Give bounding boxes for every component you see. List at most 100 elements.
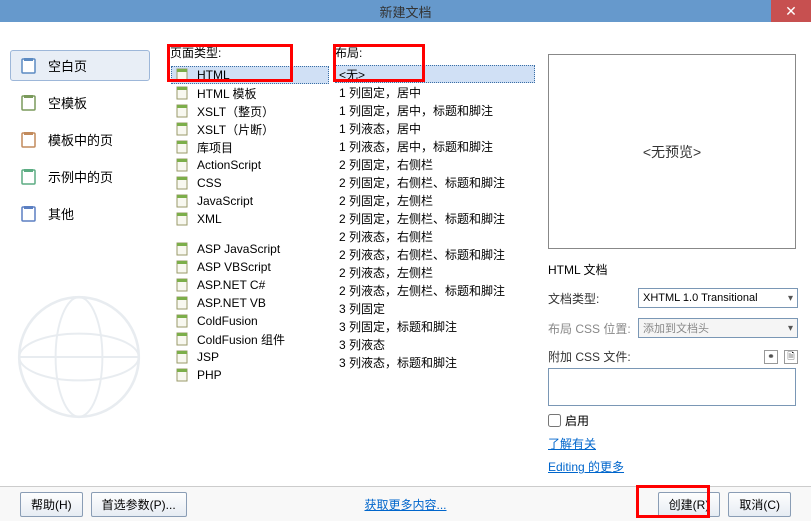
page-type-label: ActionScript [197, 158, 261, 172]
layout-item[interactable]: 1 列液态，居中，标题和脚注 [335, 137, 535, 155]
page-type-item[interactable]: JavaScript [171, 192, 329, 210]
enable-checkbox[interactable] [548, 414, 561, 427]
page-type-item[interactable]: XSLT（片断） [171, 120, 329, 138]
page-type-item[interactable]: XSLT（整页） [171, 102, 329, 120]
category-item-1[interactable]: 空模板 [10, 87, 150, 118]
layout-column: 布局: <无>1 列固定，居中1 列固定，居中，标题和脚注1 列液态，居中1 列… [335, 44, 535, 476]
cancel-button[interactable]: 取消(C) [728, 492, 791, 517]
page-type-item[interactable]: JSP [171, 348, 329, 366]
file-icon [175, 140, 191, 154]
category-item-0[interactable]: 空白页 [10, 50, 150, 81]
page-type-label: 库项目 [197, 139, 233, 156]
layout-item[interactable]: 3 列液态 [335, 335, 535, 353]
page-type-label: ColdFusion [197, 314, 258, 328]
layout-item-label: 3 列固定 [339, 300, 385, 317]
layout-list[interactable]: <无>1 列固定，居中1 列固定，居中，标题和脚注1 列液态，居中1 列液态，居… [335, 65, 535, 505]
layout-item[interactable]: 2 列液态，左侧栏 [335, 263, 535, 281]
page-type-label: 页面类型: [170, 44, 330, 61]
page-type-label: JSP [197, 350, 219, 364]
page-type-item[interactable]: ASP.NET C# [171, 276, 329, 294]
layout-item[interactable]: 1 列固定，居中，标题和脚注 [335, 101, 535, 119]
category-label: 空模板 [48, 93, 87, 112]
page-type-label: PHP [197, 368, 222, 382]
other-icon [20, 205, 40, 223]
page-type-item[interactable]: 库项目 [171, 138, 329, 156]
category-item-4[interactable]: 其他 [10, 198, 150, 229]
layout-item-label: 2 列液态，右侧栏、标题和脚注 [339, 246, 505, 263]
file-icon [175, 242, 191, 256]
page-type-item[interactable]: ColdFusion 组件 [171, 330, 329, 348]
layout-label: 布局: [335, 44, 535, 61]
file-icon [175, 314, 191, 328]
title-bar: 新建文档 ✕ [0, 0, 811, 22]
page-type-list[interactable]: HTMLHTML 模板XSLT（整页）XSLT（片断）库项目 ActionScri… [170, 65, 330, 505]
layout-item-label: 2 列液态，左侧栏、标题和脚注 [339, 282, 505, 299]
link-css-icon[interactable]: ⚭ [764, 350, 778, 364]
layout-item[interactable]: 3 列固定 [335, 299, 535, 317]
page-type-item[interactable]: ASP JavaScript [171, 240, 329, 258]
category-item-3[interactable]: 示例中的页 [10, 161, 150, 192]
close-icon: ✕ [785, 3, 797, 20]
page-type-item[interactable]: ColdFusion [171, 312, 329, 330]
layout-item[interactable]: 2 列固定，右侧栏 [335, 155, 535, 173]
file-icon [175, 212, 191, 226]
file-icon [175, 194, 191, 208]
page-type-label: ASP JavaScript [197, 242, 280, 256]
browse-css-icon[interactable]: 🗎 [784, 350, 798, 364]
file-icon [175, 86, 191, 100]
page-type-item[interactable]: HTML 模板 [171, 84, 329, 102]
get-more-link[interactable]: 获取更多内容... [364, 496, 446, 513]
file-icon [175, 158, 191, 172]
doctype-select[interactable]: XHTML 1.0 Transitional [638, 288, 798, 308]
enable-row: 启用 [548, 412, 798, 429]
category-label: 空白页 [48, 56, 87, 75]
blank-page-icon [20, 57, 40, 75]
layout-item[interactable]: 2 列液态，左侧栏、标题和脚注 [335, 281, 535, 299]
layout-item[interactable]: 2 列固定，左侧栏、标题和脚注 [335, 209, 535, 227]
layout-item[interactable]: 2 列固定，右侧栏、标题和脚注 [335, 173, 535, 191]
learn-more-link-2[interactable]: Editing 的更多 [548, 458, 624, 475]
page-type-label: XML [197, 212, 222, 226]
page-type-item[interactable]: CSS [171, 174, 329, 192]
page-type-item[interactable]: HTML [171, 66, 329, 84]
layout-item-label: 2 列液态，右侧栏 [339, 228, 433, 245]
file-icon [175, 176, 191, 190]
layout-item-label: 1 列液态，居中 [339, 120, 421, 137]
layout-item-label: 1 列固定，居中，标题和脚注 [339, 102, 493, 119]
page-type-item[interactable]: XML [171, 210, 329, 228]
template-page-icon [20, 131, 40, 149]
layout-item[interactable]: 2 列液态，右侧栏、标题和脚注 [335, 245, 535, 263]
category-label: 示例中的页 [48, 167, 113, 186]
layout-item[interactable]: 1 列固定，居中 [335, 83, 535, 101]
layout-item[interactable]: <无> [335, 65, 535, 83]
page-type-label: ASP.NET C# [197, 278, 265, 292]
page-type-item[interactable]: ActionScript [171, 156, 329, 174]
page-type-item[interactable]: ASP VBScript [171, 258, 329, 276]
page-type-column: 页面类型: HTMLHTML 模板XSLT（整页）XSLT（片断）库项目 Acti… [170, 44, 330, 476]
layout-item-label: 2 列固定，左侧栏、标题和脚注 [339, 210, 505, 227]
layout-item[interactable]: 3 列液态，标题和脚注 [335, 353, 535, 371]
create-button[interactable]: 创建(R) [658, 492, 721, 517]
attach-css-field[interactable] [548, 368, 796, 406]
layout-item-label: 1 列固定，居中 [339, 84, 421, 101]
layout-item[interactable]: 3 列固定，标题和脚注 [335, 317, 535, 335]
help-button[interactable]: 帮助(H) [20, 492, 83, 517]
page-type-item[interactable]: ASP.NET VB [171, 294, 329, 312]
layout-item-label: 2 列固定，左侧栏 [339, 192, 433, 209]
layout-item-label: 2 列液态，左侧栏 [339, 264, 433, 281]
layout-item[interactable]: 1 列液态，居中 [335, 119, 535, 137]
learn-more-link-1[interactable]: 了解有关 [548, 435, 596, 452]
category-item-2[interactable]: 模板中的页 [10, 124, 150, 155]
page-type-label: JavaScript [197, 194, 253, 208]
prefs-button[interactable]: 首选参数(P)... [91, 492, 187, 517]
file-icon [175, 122, 191, 136]
layout-item[interactable]: 2 列固定，左侧栏 [335, 191, 535, 209]
page-type-label: XSLT（整页） [197, 103, 274, 120]
close-button[interactable]: ✕ [771, 0, 811, 22]
doctype-row: 文档类型: XHTML 1.0 Transitional [548, 288, 798, 308]
doctype-label: 文档类型: [548, 290, 638, 307]
layout-item[interactable]: 2 列液态，右侧栏 [335, 227, 535, 245]
layout-item-label: 3 列液态，标题和脚注 [339, 354, 457, 371]
page-type-item[interactable]: PHP [171, 366, 329, 384]
page-type-label: ColdFusion 组件 [197, 331, 285, 348]
